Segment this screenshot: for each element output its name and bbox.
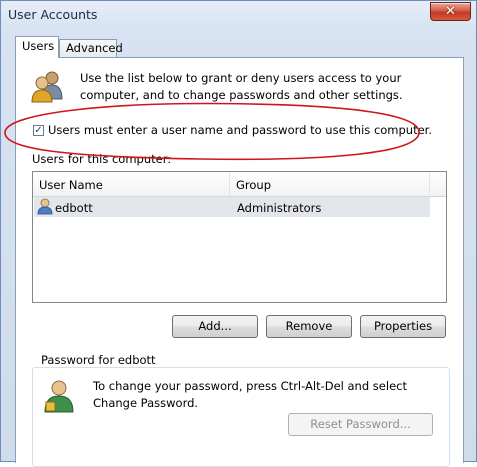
user-list-header: User Name Group [33,172,446,197]
user-group-cell: Administrators [237,201,322,215]
remove-button[interactable]: Remove [266,315,352,338]
user-list[interactable]: User Name Group edbott Administrators [32,171,447,303]
close-button[interactable]: ✕ [430,2,471,21]
users-section-label: Users for this computer: [32,152,172,166]
user-row-icon [37,198,53,215]
checkmark-icon: ✓ [34,125,43,136]
intro-text: Use the list below to grant or deny user… [80,71,403,102]
column-header-group[interactable]: Group [236,178,271,192]
close-icon: ✕ [445,4,456,19]
users-group-icon [31,71,63,103]
require-login-label[interactable]: Users must enter a user name and passwor… [48,123,432,137]
reset-password-button[interactable]: Reset Password... [288,413,433,436]
properties-button[interactable]: Properties [360,315,446,338]
title-bar[interactable]: User Accounts ✕ [1,1,477,31]
window-title: User Accounts [8,7,98,22]
user-password-icon [44,380,74,413]
require-login-checkbox[interactable]: ✓ [33,125,44,136]
column-divider[interactable] [229,172,230,196]
tab-users[interactable]: Users [15,36,59,58]
user-accounts-window: User Accounts ✕ Users Advanced Use the l… [0,0,477,467]
column-divider[interactable] [429,172,430,196]
column-header-user-name[interactable]: User Name [39,178,103,192]
tab-advanced[interactable]: Advanced [59,39,123,57]
table-row[interactable]: edbott Administrators [34,197,430,217]
add-button[interactable]: Add... [172,315,258,338]
password-instructions: To change your password, press Ctrl-Alt-… [93,379,407,410]
user-name-cell: edbott [55,201,93,215]
password-group-title: Password for edbott [38,353,159,367]
